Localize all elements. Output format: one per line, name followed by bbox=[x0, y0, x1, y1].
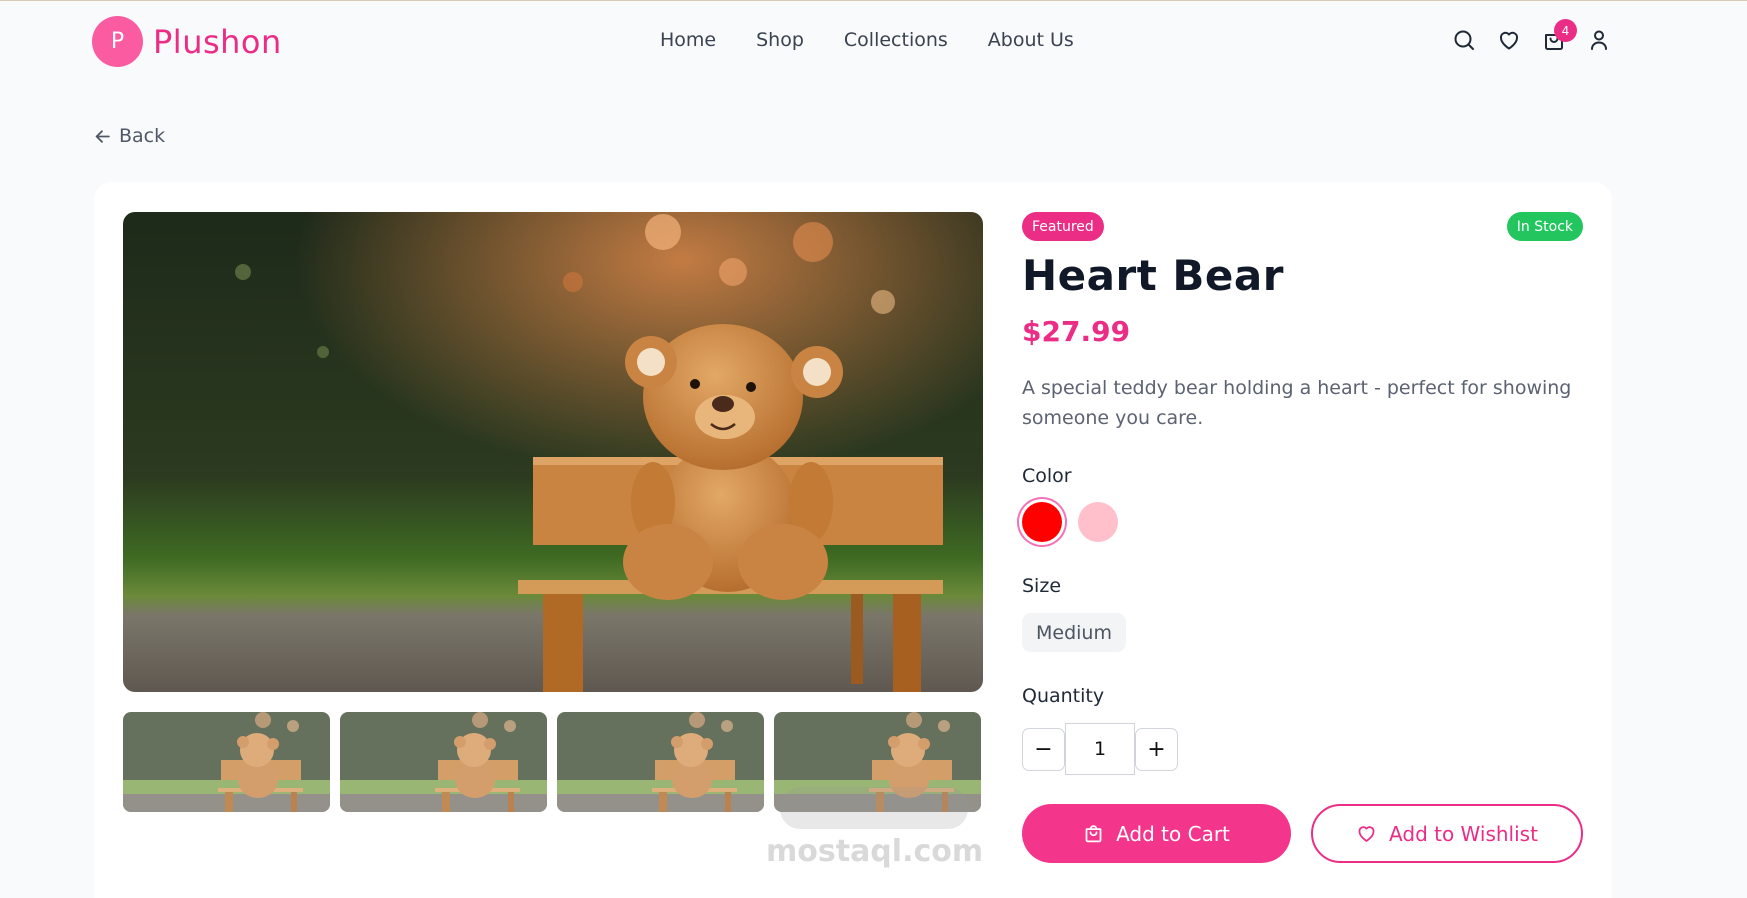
user-icon[interactable] bbox=[1587, 28, 1611, 52]
stock-status-badge: In Stock bbox=[1506, 212, 1583, 241]
size-option-medium[interactable]: Medium bbox=[1022, 613, 1126, 652]
quantity-increase-button[interactable]: + bbox=[1135, 727, 1178, 771]
color-swatch-pink[interactable] bbox=[1078, 502, 1118, 542]
header-actions: 4 bbox=[1452, 19, 1611, 52]
arrow-left-icon bbox=[95, 129, 110, 143]
heart-icon[interactable] bbox=[1497, 28, 1521, 52]
quantity-stepper: − + bbox=[1022, 723, 1178, 775]
watermark: mostaql.com bbox=[766, 787, 984, 869]
size-label: Size bbox=[1022, 575, 1062, 597]
nav-shop[interactable]: Shop bbox=[756, 29, 804, 51]
product-description: A special teddy bear holding a heart - p… bbox=[1022, 377, 1572, 429]
product-thumbnail[interactable] bbox=[340, 712, 547, 812]
add-to-wishlist-button[interactable]: Add to Wishlist bbox=[1311, 804, 1583, 863]
nav-home[interactable]: Home bbox=[660, 29, 716, 51]
product-thumbnail[interactable] bbox=[557, 712, 764, 812]
quantity-input[interactable] bbox=[1065, 723, 1135, 775]
product-main-image[interactable] bbox=[123, 212, 983, 692]
add-to-cart-label: Add to Cart bbox=[1116, 821, 1230, 846]
shopping-bag-icon bbox=[1085, 825, 1102, 843]
shopping-bag-icon[interactable]: 4 bbox=[1542, 19, 1577, 52]
add-to-cart-button[interactable]: Add to Cart bbox=[1022, 804, 1291, 863]
product-price: $27.99 bbox=[1022, 315, 1131, 348]
main-nav: Home Shop Collections About Us bbox=[660, 29, 1074, 51]
product-thumbnail[interactable] bbox=[123, 712, 330, 812]
watermark-logo bbox=[780, 787, 968, 829]
back-label: Back bbox=[119, 125, 166, 147]
heart-icon bbox=[1358, 826, 1375, 842]
cart-count-badge: 4 bbox=[1554, 19, 1577, 42]
site-header: P Plushon Home Shop Collections About Us… bbox=[0, 1, 1747, 81]
color-label: Color bbox=[1022, 465, 1072, 487]
back-link[interactable]: Back bbox=[94, 125, 165, 147]
product-title: Heart Bear bbox=[1022, 251, 1284, 300]
logo-badge: P bbox=[92, 16, 143, 67]
quantity-decrease-button[interactable]: − bbox=[1022, 727, 1065, 771]
nav-about-us[interactable]: About Us bbox=[988, 29, 1074, 51]
search-icon[interactable] bbox=[1452, 28, 1476, 52]
brand-name: Plushon bbox=[153, 22, 282, 61]
brand-logo[interactable]: P Plushon bbox=[92, 16, 282, 67]
quantity-label: Quantity bbox=[1022, 685, 1105, 707]
color-swatch-red[interactable] bbox=[1022, 502, 1062, 542]
watermark-text: mostaql.com bbox=[766, 834, 984, 869]
nav-collections[interactable]: Collections bbox=[844, 29, 948, 51]
featured-badge: Featured bbox=[1022, 212, 1104, 241]
add-to-wishlist-label: Add to Wishlist bbox=[1389, 821, 1538, 846]
